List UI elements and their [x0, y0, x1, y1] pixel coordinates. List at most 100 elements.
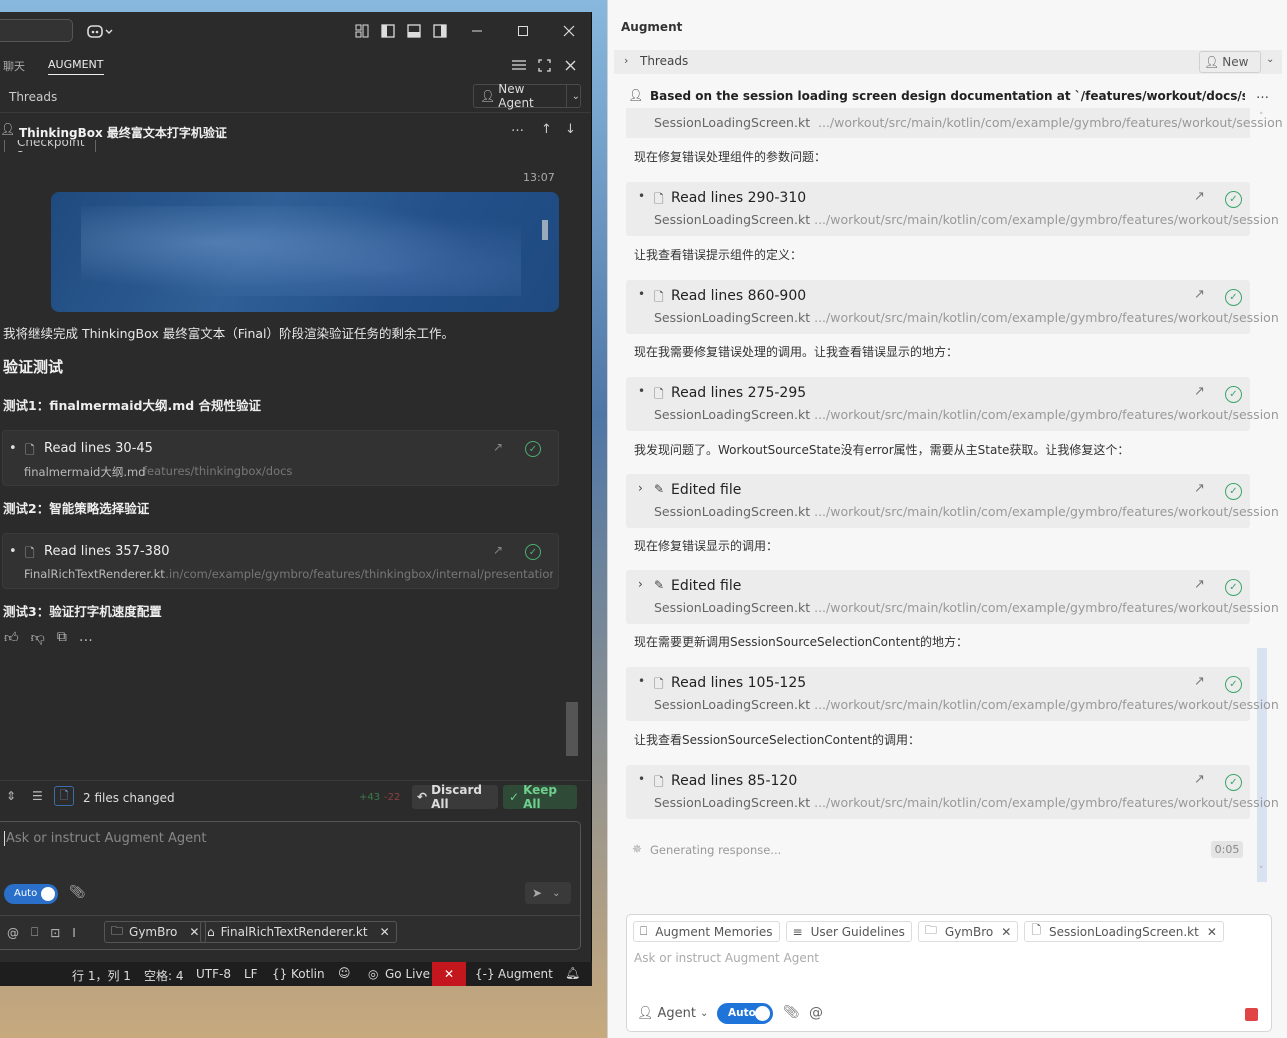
at-icon[interactable]: @ — [7, 926, 19, 940]
toolbar-search-box[interactable] — [0, 19, 73, 42]
open-external-icon[interactable]: ↗ — [493, 543, 503, 557]
discard-all-button[interactable]: ↶ Discard All — [412, 783, 498, 811]
read-lines-card-2[interactable]: • 🗋 Read lines 357-380 FinalRichTextRend… — [2, 533, 559, 589]
chip-label: GymBro — [129, 925, 178, 939]
chat-input[interactable]: Ask or instruct Augment Agent — [4, 831, 206, 846]
line-ending[interactable]: LF — [244, 967, 258, 981]
auto-toggle[interactable]: Auto — [4, 884, 58, 904]
open-external-icon[interactable]: ↗ — [1194, 481, 1205, 496]
chevron-right-icon[interactable]: › — [638, 577, 643, 591]
archive-icon[interactable]: ⎕ — [31, 925, 38, 940]
open-external-icon[interactable]: ↗ — [493, 440, 503, 454]
copilot-status-icon[interactable]: ☺ — [338, 966, 351, 980]
at-icon[interactable]: @ — [809, 1005, 823, 1021]
new-thread-button[interactable]: 👤︎ New — [1199, 51, 1261, 73]
copilot-icon[interactable] — [86, 22, 116, 40]
context-chip-gymbro[interactable]: 🗀 GymBro ✕ — [104, 921, 207, 943]
top-card-partial[interactable]: SessionLoadingScreen.kt .../workout/src/… — [626, 108, 1283, 138]
chevron-down-icon[interactable]: ⌄ — [572, 91, 580, 102]
open-external-icon[interactable]: ↗ — [1194, 189, 1205, 204]
maximize-icon[interactable] — [512, 20, 534, 42]
go-live[interactable]: Go Live — [385, 967, 430, 981]
new-agent-label: New Agent — [498, 82, 534, 110]
threads-label[interactable]: Threads — [9, 90, 57, 104]
close-icon[interactable]: ✕ — [1001, 925, 1011, 939]
toggle-secondary-sidebar-icon[interactable] — [431, 22, 449, 40]
checklist-icon[interactable]: ☰ — [32, 789, 43, 803]
close-icon[interactable]: ✕ — [189, 925, 199, 939]
menu-icon[interactable] — [510, 57, 528, 73]
more-icon[interactable]: … — [511, 120, 524, 135]
attach-icon[interactable]: 📎︎ — [783, 1005, 800, 1020]
read-lines-card-1[interactable]: • 🗋 Read lines 30-45 finalmermaid大纲.md f… — [2, 430, 559, 486]
stop-button[interactable] — [1245, 1008, 1258, 1021]
fullscreen-icon[interactable] — [535, 57, 553, 73]
close-icon[interactable]: ✕ — [1207, 925, 1217, 939]
scrollbar-thumb[interactable] — [1257, 648, 1267, 882]
keep-all-button[interactable]: ✓ Keep All — [503, 783, 577, 811]
minimize-icon[interactable] — [466, 20, 488, 42]
threads-label[interactable]: Threads — [640, 54, 688, 68]
checkpoint-badge[interactable]: Checkpoint 2 — [4, 140, 96, 152]
chevron-down-icon[interactable]: ⌄ — [552, 888, 560, 899]
scrollbar-thumb[interactable] — [566, 702, 578, 756]
more-icon[interactable]: … — [1256, 87, 1269, 102]
chip-user-guidelines[interactable]: ≡ User Guidelines — [785, 921, 912, 942]
tool-call-card[interactable]: • 🗋 Read lines 105-125 SessionLoadingScreen… — [626, 667, 1279, 721]
more-icon[interactable]: … — [79, 629, 93, 646]
image-icon[interactable]: ⊡ — [50, 926, 60, 940]
arrow-down-icon[interactable]: ↓ — [565, 122, 576, 137]
tab-chat[interactable]: 聊天 — [3, 58, 25, 74]
context-chip-file[interactable]: ⌂ FinalRichTextRenderer.kt ✕ — [200, 921, 397, 943]
chevron-down-icon[interactable]: ⌄ — [1266, 54, 1274, 65]
scroll-down-icon[interactable]: ˅ — [1259, 866, 1264, 876]
tab-augment[interactable]: AUGMENT — [48, 58, 104, 75]
copy-icon[interactable]: ⧉ — [57, 629, 67, 646]
thumbs-down-icon[interactable]: 👎︎ — [31, 629, 45, 646]
open-external-icon[interactable]: ↗ — [1194, 384, 1205, 399]
no-sync-icon[interactable]: ✕ — [432, 962, 466, 986]
new-agent-button[interactable]: 👤︎ New Agent ⌄ — [473, 82, 581, 110]
tool-call-card[interactable]: › ✎ Edited file SessionLoadingScreen.kt ...… — [626, 570, 1279, 624]
chip-session-file[interactable]: 🗋 SessionLoadingScreen.kt ✕ — [1024, 921, 1224, 942]
open-external-icon[interactable]: ↗ — [1194, 674, 1205, 689]
thumbs-up-icon[interactable]: 👍︎ — [4, 629, 19, 646]
toggle-panel-icon[interactable] — [405, 22, 423, 40]
augment-status[interactable]: Augment — [498, 967, 553, 981]
chip-augment-memories[interactable]: ⎕ Augment Memories — [633, 921, 780, 942]
chevron-right-icon[interactable]: › — [638, 481, 643, 495]
bell-icon[interactable]: 🔔︎ — [565, 966, 580, 980]
attach-icon[interactable]: 📎︎ — [69, 885, 86, 900]
open-external-icon[interactable]: ↗ — [1194, 772, 1205, 787]
expand-icon[interactable]: ⇕ — [6, 789, 16, 803]
chevron-right-icon[interactable]: › — [624, 54, 628, 67]
toggle-sidebar-icon[interactable] — [379, 22, 397, 40]
scroll-up-icon[interactable]: ˄ — [1259, 112, 1264, 122]
layout-icon[interactable] — [353, 22, 371, 40]
agent-mode-select[interactable]: 👤︎ Agent ⌄ — [637, 1006, 708, 1021]
encoding[interactable]: UTF-8 — [196, 967, 231, 981]
close-panel-icon[interactable] — [561, 57, 579, 73]
tool-call-card[interactable]: • 🗋 Read lines 290-310 SessionLoadingScreen… — [626, 182, 1279, 236]
cursor-position[interactable]: 行 1，列 1 — [72, 967, 131, 984]
text-cursor-icon[interactable]: I — [72, 926, 76, 940]
indentation[interactable]: 空格: 4 — [144, 967, 184, 984]
arrow-up-icon[interactable]: ↑ — [541, 122, 552, 137]
language-mode[interactable]: Kotlin — [291, 967, 325, 981]
tool-call-card[interactable]: • 🗋 Read lines 85-120 SessionLoadingScreen.… — [626, 765, 1279, 819]
send-button[interactable]: ➤ ⌄ — [525, 882, 571, 904]
assistant-message: 现在修复错误处理组件的参数问题： — [634, 150, 827, 164]
open-external-icon[interactable]: ↗ — [1194, 577, 1205, 592]
bullet: • — [638, 674, 646, 688]
file-view-icon[interactable]: 🗋 — [54, 786, 74, 806]
auto-toggle[interactable]: Auto — [717, 1003, 773, 1024]
user-icon: 👤︎ — [0, 122, 16, 136]
chat-input[interactable]: Ask or instruct Augment Agent — [634, 951, 819, 965]
chip-gymbro[interactable]: 🗀 GymBro ✕ — [917, 921, 1019, 942]
tool-call-card[interactable]: • 🗋 Read lines 275-295 SessionLoadingScreen… — [626, 377, 1279, 431]
tool-call-card[interactable]: • 🗋 Read lines 860-900 SessionLoadingScreen… — [626, 280, 1279, 334]
close-icon[interactable]: ✕ — [380, 925, 390, 939]
close-window-icon[interactable] — [558, 20, 580, 42]
open-external-icon[interactable]: ↗ — [1194, 287, 1205, 302]
tool-call-card[interactable]: › ✎ Edited file SessionLoadingScreen.kt ...… — [626, 474, 1279, 528]
